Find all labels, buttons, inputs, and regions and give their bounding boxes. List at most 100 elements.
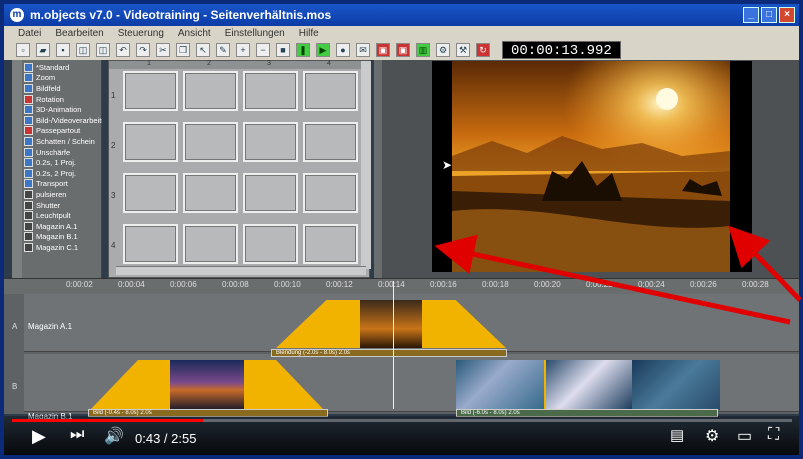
palette-side-label bbox=[12, 60, 22, 278]
tool-item[interactable]: pulsieren bbox=[24, 189, 102, 200]
slide-cell[interactable] bbox=[303, 71, 358, 111]
window-title: m.objects v7.0 - Videotraining - Seitenv… bbox=[30, 8, 332, 22]
tool-item[interactable]: 0.2s, 2 Proj. bbox=[24, 168, 102, 179]
horizontal-scrollbar[interactable] bbox=[116, 266, 366, 275]
video-frame[interactable] bbox=[432, 61, 752, 272]
tool-label: Magazin B.1 bbox=[36, 232, 78, 242]
tool-item[interactable]: Leuchtpult bbox=[24, 210, 102, 221]
pointer-icon[interactable]: ↖ bbox=[196, 43, 210, 57]
track-label: Magazin A.1 bbox=[28, 322, 73, 331]
tool-label: Transport bbox=[36, 179, 68, 189]
tool-label: Unschärfe bbox=[36, 147, 71, 157]
projector-1-icon[interactable]: ▣ bbox=[376, 43, 390, 57]
zoom-out-icon[interactable]: − bbox=[256, 43, 270, 57]
settings-icon[interactable]: ⚙ bbox=[436, 43, 450, 57]
next-button-icon[interactable]: ⏭ bbox=[70, 426, 84, 444]
play-icon[interactable]: ▶ bbox=[316, 43, 330, 57]
slide-cell[interactable] bbox=[123, 71, 178, 111]
menu-einstellungen[interactable]: Einstellungen bbox=[225, 28, 285, 39]
stop-icon[interactable]: ■ bbox=[276, 43, 290, 57]
maximize-button[interactable]: □ bbox=[761, 7, 777, 23]
projection-side-label bbox=[374, 60, 382, 278]
clip-surf-1[interactable] bbox=[456, 360, 544, 410]
slide-cell[interactable] bbox=[303, 173, 358, 213]
save-icon[interactable]: ▪ bbox=[56, 43, 70, 57]
clip-thumbnail-b[interactable] bbox=[170, 360, 244, 410]
timeline-ruler[interactable]: 0:00:02 0:00:04 0:00:06 0:00:08 0:00:10 0:00:… bbox=[4, 278, 799, 294]
tool-label: Rotation bbox=[36, 94, 64, 104]
vertical-scrollbar[interactable] bbox=[361, 61, 371, 269]
record-icon[interactable]: ● bbox=[336, 43, 350, 57]
tools-icon[interactable]: ⚒ bbox=[456, 43, 470, 57]
tool-item[interactable]: Bild-/Videoverarbeitu bbox=[24, 115, 102, 126]
menu-datei[interactable]: Datei bbox=[18, 28, 41, 39]
theater-mode-icon[interactable]: ▭ bbox=[737, 426, 752, 446]
light-table-header: 1 2 3 4 bbox=[109, 60, 369, 69]
close-button[interactable]: × bbox=[779, 7, 795, 23]
playhead[interactable] bbox=[393, 281, 394, 409]
menu-hilfe[interactable]: Hilfe bbox=[299, 28, 319, 39]
tool-item[interactable]: Zoom bbox=[24, 73, 102, 84]
menu-ansicht[interactable]: Ansicht bbox=[178, 28, 211, 39]
zoom-in-icon[interactable]: + bbox=[236, 43, 250, 57]
slide-cell[interactable] bbox=[123, 122, 178, 162]
tool-item[interactable]: Unschärfe bbox=[24, 147, 102, 158]
clip-bar-a[interactable]: Blendung (-2.0s - 8.0s) 2.0s bbox=[271, 349, 507, 357]
slide-cell[interactable] bbox=[243, 224, 298, 264]
tool-item[interactable]: Bildfeld bbox=[24, 83, 102, 94]
clip-surf-3[interactable] bbox=[632, 360, 720, 410]
copy-icon[interactable]: ❐ bbox=[176, 43, 190, 57]
menu-steuerung[interactable]: Steuerung bbox=[118, 28, 164, 39]
light-table: 1 2 3 4 1 2 3 4 bbox=[108, 60, 371, 278]
volume-icon[interactable]: 🔊 bbox=[104, 426, 124, 446]
tool-item[interactable]: Shutter bbox=[24, 200, 102, 211]
settings-gear-icon[interactable]: ⚙ bbox=[705, 426, 719, 446]
tool-item[interactable]: Magazin C.1 bbox=[24, 242, 102, 253]
ruler-tick: 0:00:20 bbox=[534, 280, 561, 289]
levels-icon[interactable]: ▥ bbox=[416, 43, 430, 57]
clip-thumbnail-a[interactable] bbox=[360, 300, 422, 348]
slide-cell[interactable] bbox=[243, 173, 298, 213]
minimize-button[interactable]: _ bbox=[743, 7, 759, 23]
tool-item[interactable]: Transport bbox=[24, 179, 102, 190]
slide-cell[interactable] bbox=[123, 173, 178, 213]
insert-object-icon[interactable]: ◫ bbox=[76, 43, 90, 57]
tool-item[interactable]: Magazin B.1 bbox=[24, 232, 102, 243]
slide-cell[interactable] bbox=[183, 173, 238, 213]
slide-cell[interactable] bbox=[303, 224, 358, 264]
cut-icon[interactable]: ✂ bbox=[156, 43, 170, 57]
projector-2-icon[interactable]: ▣ bbox=[396, 43, 410, 57]
menu-bearbeiten[interactable]: Bearbeiten bbox=[55, 28, 103, 39]
slide-cell[interactable] bbox=[183, 224, 238, 264]
subtitles-icon[interactable]: ▤ bbox=[670, 426, 684, 444]
slide-cell[interactable] bbox=[303, 122, 358, 162]
slide-cell[interactable] bbox=[123, 224, 178, 264]
redo-icon[interactable]: ↷ bbox=[136, 43, 150, 57]
tool-item[interactable]: 3D-Animation bbox=[24, 104, 102, 115]
progress-bar[interactable] bbox=[12, 419, 792, 422]
comment-icon[interactable]: ✉ bbox=[356, 43, 370, 57]
undo-icon[interactable]: ↶ bbox=[116, 43, 130, 57]
tool-item[interactable]: Passepartout bbox=[24, 126, 102, 137]
play-button-icon[interactable]: ▶ bbox=[32, 426, 46, 447]
slide-cell[interactable] bbox=[183, 122, 238, 162]
new-file-icon[interactable]: ▫ bbox=[16, 43, 30, 57]
slide-cell[interactable] bbox=[243, 122, 298, 162]
tool-item[interactable]: Schatten / Schein bbox=[24, 136, 102, 147]
open-folder-icon[interactable]: ▰ bbox=[36, 43, 50, 57]
slide-cell[interactable] bbox=[183, 71, 238, 111]
pause-icon[interactable]: ❚ bbox=[296, 43, 310, 57]
tool-icon bbox=[24, 73, 33, 83]
tool-item[interactable]: 0.2s, 1 Proj. bbox=[24, 157, 102, 168]
fullscreen-icon[interactable]: ⛶ bbox=[768, 426, 779, 444]
tool-item[interactable]: *Standard bbox=[24, 62, 102, 73]
loop-icon[interactable]: ↻ bbox=[476, 43, 490, 57]
insert-object-2-icon[interactable]: ◫ bbox=[96, 43, 110, 57]
tool-icon bbox=[24, 200, 33, 210]
pen-icon[interactable]: ✎ bbox=[216, 43, 230, 57]
slide-cell[interactable] bbox=[243, 71, 298, 111]
tool-item[interactable]: Rotation bbox=[24, 94, 102, 105]
tool-item[interactable]: Magazin A.1 bbox=[24, 221, 102, 232]
toolbar: ▫ ▰ ▪ ◫ ◫ ↶ ↷ ✂ ❐ ↖ ✎ + − ■ ❚ ▶ ● ✉ ▣ ▣ … bbox=[4, 40, 799, 60]
clip-surf-2[interactable] bbox=[544, 360, 632, 410]
